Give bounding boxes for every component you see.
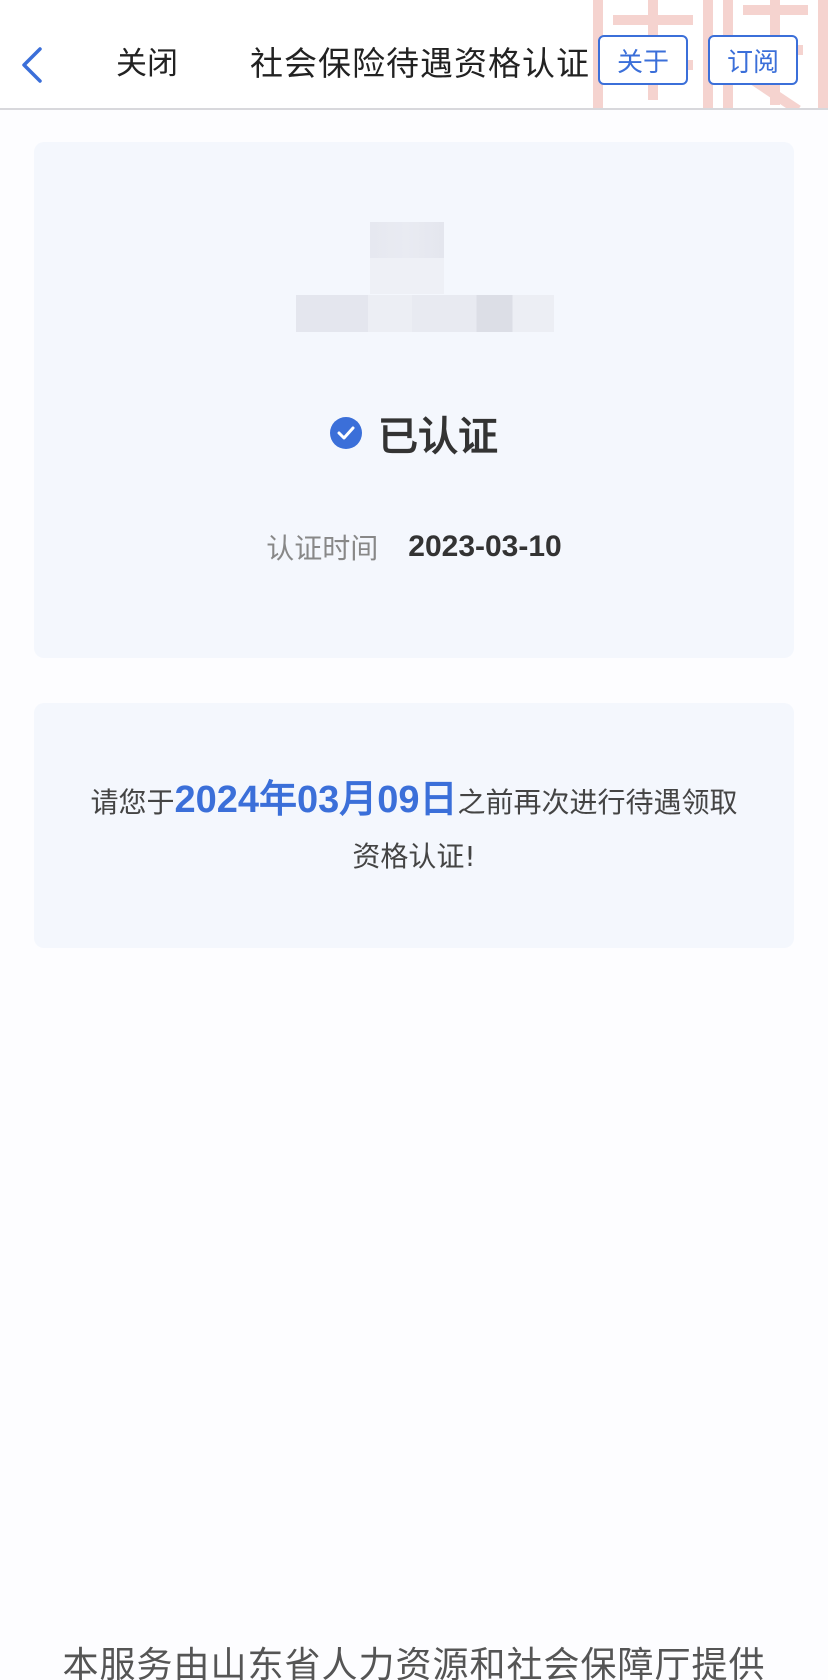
blurred-id-number bbox=[296, 295, 554, 332]
close-link[interactable]: 关闭 bbox=[116, 44, 178, 84]
check-circle-icon bbox=[330, 417, 362, 449]
verified-status: 已认证 bbox=[34, 404, 794, 462]
cert-time-label: 认证时间 bbox=[266, 532, 379, 565]
notice-message: 请您于2024年03月09日之前再次进行待遇领取资格认证! bbox=[84, 773, 744, 884]
about-button[interactable]: 关于 bbox=[598, 35, 688, 85]
cert-time-row: 认证时间 2023-03-10 bbox=[34, 527, 794, 567]
notice-prefix: 请您于 bbox=[90, 786, 175, 819]
notice-deadline: 2024年03月09日 bbox=[174, 779, 458, 821]
blurred-name bbox=[370, 222, 444, 258]
subscribe-button[interactable]: 订阅 bbox=[708, 35, 798, 85]
page-title: 社会保险待遇资格认证 bbox=[250, 44, 590, 83]
notice-card: 请您于2024年03月09日之前再次进行待遇领取资格认证! bbox=[34, 703, 794, 948]
footer-provider-text: 本服务由山东省人力资源和社会保障厅提供 bbox=[62, 1645, 766, 1680]
back-button[interactable] bbox=[10, 40, 54, 90]
blurred-name-lower bbox=[370, 258, 444, 294]
status-card: 已认证 认证时间 2023-03-10 bbox=[34, 142, 794, 658]
chevron-left-icon bbox=[22, 47, 42, 83]
cert-time-value: 2023-03-10 bbox=[408, 530, 562, 563]
verified-label: 已认证 bbox=[378, 414, 498, 460]
page: 关闭 社会保险待遇资格认证 关于 订阅 已认证 认证时间 2023-03-10 … bbox=[0, 0, 828, 1680]
nav-header: 关闭 社会保险待遇资格认证 关于 订阅 bbox=[0, 0, 828, 110]
